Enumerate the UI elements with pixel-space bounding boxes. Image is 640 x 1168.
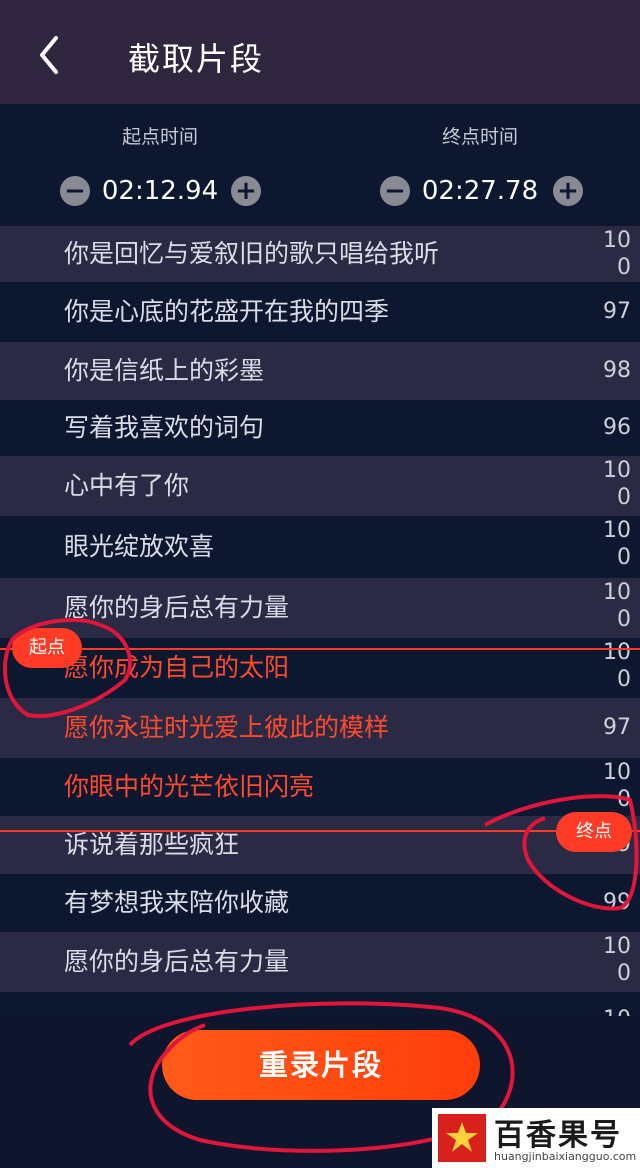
end-time-label: 终点时间 bbox=[441, 126, 518, 148]
lyric-text: 愿你的身后总有力量 bbox=[64, 947, 290, 976]
lyric-row[interactable]: 写着我喜欢的词句 96 bbox=[0, 400, 640, 456]
lyric-score: 100 bbox=[603, 640, 631, 692]
lyric-score: 100 bbox=[603, 518, 631, 570]
lyric-list[interactable]: 你是回忆与爱叙旧的歌只唱给我听 100 你是心底的花盛开在我的四季 97 你是信纸上的彩… bbox=[0, 226, 640, 1016]
lyric-text: 你是回忆与爱叙旧的歌只唱给我听 bbox=[64, 239, 440, 268]
page-title: 截取片段 bbox=[128, 40, 265, 78]
lyric-row[interactable]: 诉说着那些疯狂99 bbox=[0, 816, 640, 874]
lyric-score: 98 bbox=[603, 358, 631, 383]
lyric-score: 100 bbox=[603, 934, 631, 986]
lyric-score: 97 bbox=[603, 299, 631, 324]
plus-icon: + bbox=[235, 176, 257, 206]
start-time-label: 起点时间 bbox=[121, 126, 198, 148]
end-time-stepper: − 02:27.78 + bbox=[320, 174, 640, 214]
lyric-text: 眼光绽放欢喜 bbox=[64, 532, 215, 561]
lyric-text: 愿你成为自己的太阳 bbox=[64, 653, 290, 682]
start-plus-button[interactable]: + bbox=[231, 176, 261, 206]
lyric-row[interactable]: 你是回忆与爱叙旧的歌只唱给我听 100 bbox=[0, 226, 640, 282]
watermark-title: 百香果号 bbox=[494, 1118, 622, 1153]
lyric-score: 97 bbox=[603, 715, 631, 740]
lyric-text: 愿你永驻时光爱上彼此的模样 bbox=[64, 713, 390, 742]
start-marker-line[interactable] bbox=[0, 648, 640, 650]
end-time-group: 终点时间 − 02:27.78 + bbox=[320, 104, 640, 224]
lyric-row[interactable]: 眼光绽放欢喜 100 bbox=[0, 516, 640, 578]
lyric-score: 100 bbox=[603, 458, 631, 510]
lyric-row[interactable]: 10 bbox=[0, 992, 640, 1016]
lyric-row[interactable]: 有梦想我来陪你收藏 99 bbox=[0, 874, 640, 932]
lyric-score: 10 bbox=[595, 992, 631, 1016]
lyric-row[interactable]: 你是心底的花盛开在我的四季 97 bbox=[0, 282, 640, 342]
end-marker-tag[interactable]: 终点 bbox=[556, 812, 632, 852]
end-time-value: 02:27.78 bbox=[421, 176, 539, 206]
end-plus-button[interactable]: + bbox=[553, 176, 583, 206]
lyric-row[interactable]: 心中有了你 100 bbox=[0, 456, 640, 516]
lyric-text: 你眼中的光芒依旧闪亮 bbox=[64, 772, 315, 801]
plus-icon: + bbox=[557, 176, 579, 206]
watermark-badge: 百香果号 huangjinbaixiangguo.com bbox=[432, 1108, 640, 1168]
time-range-panel: 起点时间 − 02:12.94 + 终点时间 − 02:27.78 + bbox=[0, 104, 640, 224]
watermark-domain: huangjinbaixiangguo.com bbox=[494, 1150, 637, 1163]
lyric-text: 愿你的身后总有力量 bbox=[64, 593, 290, 622]
start-marker-tag[interactable]: 起点 bbox=[12, 628, 82, 668]
lyric-row[interactable]: 愿你的身后总有力量 100 bbox=[0, 932, 640, 992]
lyric-score: 99 bbox=[603, 890, 631, 915]
start-time-group: 起点时间 − 02:12.94 + bbox=[0, 104, 320, 224]
lyric-score: 100 bbox=[603, 580, 631, 632]
end-marker-line[interactable] bbox=[0, 830, 640, 832]
re-record-button[interactable]: 重录片段 bbox=[162, 1030, 480, 1100]
lyric-text: 诉说着那些疯狂 bbox=[64, 830, 240, 859]
lyric-text: 你是心底的花盛开在我的四季 bbox=[64, 297, 390, 326]
brand-logo-icon bbox=[438, 1114, 486, 1162]
lyric-text: 你是信纸上的彩墨 bbox=[64, 356, 265, 385]
back-button[interactable] bbox=[30, 30, 74, 80]
lyric-score: 100 bbox=[603, 228, 631, 280]
header-bar: 截取片段 bbox=[0, 0, 640, 104]
lyric-text: 有梦想我来陪你收藏 bbox=[64, 888, 290, 917]
lyric-row[interactable]: 愿你永驻时光爱上彼此的模样 97 bbox=[0, 698, 640, 758]
lyric-row[interactable]: 你是信纸上的彩墨 98 bbox=[0, 342, 640, 400]
lyric-row[interactable]: 愿你的身后总有力量 100 bbox=[0, 578, 640, 638]
lyric-text: 写着我喜欢的词句 bbox=[64, 413, 265, 442]
lyric-row[interactable]: 愿你成为自己的太阳 100 bbox=[0, 638, 640, 698]
start-time-value: 02:12.94 bbox=[101, 176, 219, 206]
lyric-score: 96 bbox=[603, 415, 631, 440]
lyric-row[interactable]: 你眼中的光芒依旧闪亮 100 bbox=[0, 758, 640, 816]
lyric-score: 100 bbox=[603, 760, 631, 812]
start-time-stepper: − 02:12.94 + bbox=[0, 174, 320, 214]
lyric-text: 心中有了你 bbox=[64, 471, 190, 500]
chevron-left-icon bbox=[40, 36, 58, 74]
